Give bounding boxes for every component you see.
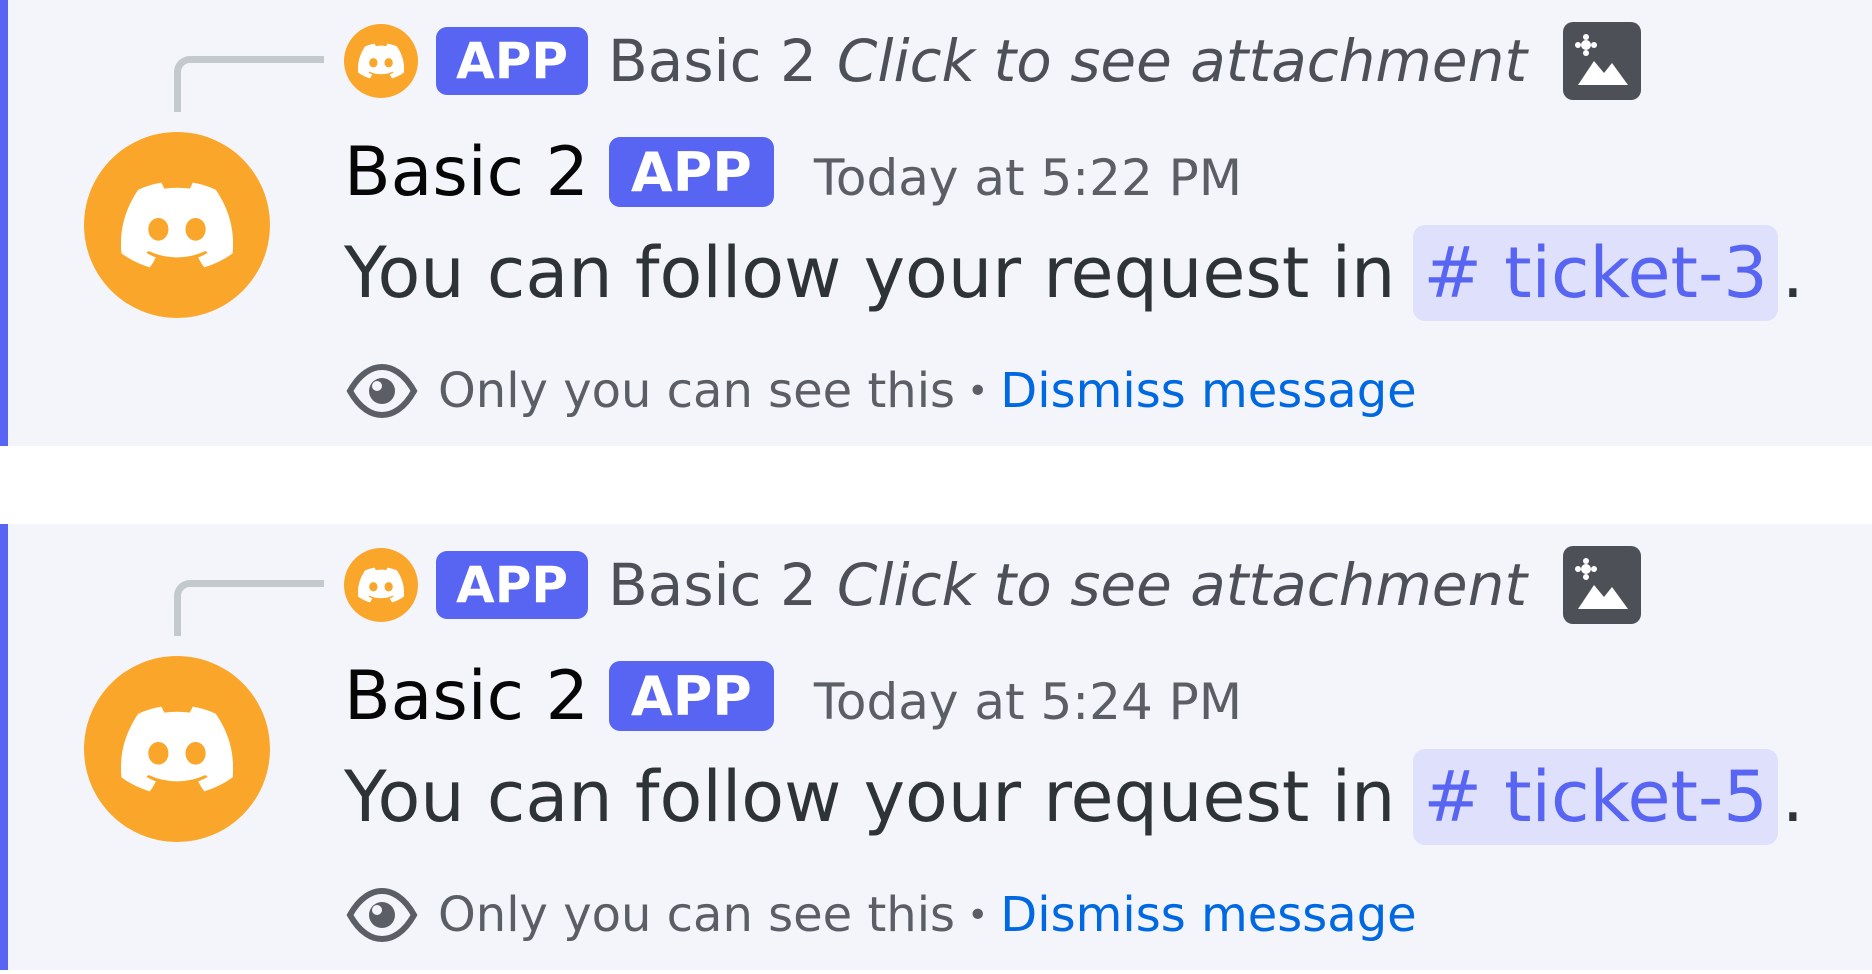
author-avatar-discord-logo-icon[interactable] (84, 656, 270, 842)
message-text: You can follow your request in (344, 756, 1396, 838)
separator-dot: • (967, 370, 989, 412)
reply-preview[interactable]: APP Basic 2 Click to see attachment (344, 540, 1642, 630)
dismiss-message-link[interactable]: Dismiss message (1000, 887, 1416, 943)
message-text: You can follow your request in (344, 232, 1396, 314)
reply-author-name[interactable]: Basic 2 (608, 551, 817, 619)
ephemeral-message: APP Basic 2 Click to see attachment Basi… (0, 0, 1872, 446)
eye-icon (346, 363, 418, 419)
reply-author-name[interactable]: Basic 2 (608, 27, 817, 95)
reply-app-badge: APP (436, 551, 588, 619)
channel-hash-icon: # (1423, 232, 1483, 314)
app-badge: APP (608, 661, 774, 731)
reply-attachment-text[interactable]: Click to see attachment (837, 551, 1527, 619)
message-header: Basic 2 APP Today at 5:22 PM (344, 132, 1242, 212)
reply-avatar-discord-logo-icon[interactable] (344, 24, 418, 98)
message-period: . (1781, 232, 1805, 314)
image-icon[interactable] (1563, 22, 1642, 100)
reply-spine (174, 56, 324, 112)
message-header: Basic 2 APP Today at 5:24 PM (344, 656, 1242, 736)
separator-dot: • (967, 894, 989, 936)
reply-attachment-text[interactable]: Click to see attachment (837, 27, 1527, 95)
ephemeral-footer: Only you can see this • Dismiss message (346, 358, 1417, 424)
channel-name: ticket-3 (1504, 232, 1768, 314)
ephemeral-notice: Only you can see this (438, 363, 956, 419)
channel-mention[interactable]: # ticket-3 (1413, 225, 1778, 321)
author-name[interactable]: Basic 2 (344, 657, 589, 736)
image-icon[interactable] (1563, 546, 1642, 624)
eye-icon (346, 887, 418, 943)
reply-app-badge: APP (436, 27, 588, 95)
message-content: You can follow your request in # ticket-… (344, 746, 1804, 848)
author-name[interactable]: Basic 2 (344, 133, 589, 212)
timestamp[interactable]: Today at 5:22 PM (814, 137, 1242, 207)
ephemeral-message: APP Basic 2 Click to see attachment Basi… (0, 524, 1872, 970)
message-period: . (1781, 756, 1805, 838)
app-badge: APP (608, 137, 774, 207)
dismiss-message-link[interactable]: Dismiss message (1000, 363, 1416, 419)
author-avatar-discord-logo-icon[interactable] (84, 132, 270, 318)
timestamp[interactable]: Today at 5:24 PM (814, 661, 1242, 731)
channel-name: ticket-5 (1504, 756, 1768, 838)
ephemeral-notice: Only you can see this (438, 887, 956, 943)
reply-avatar-discord-logo-icon[interactable] (344, 548, 418, 622)
reply-preview[interactable]: APP Basic 2 Click to see attachment (344, 16, 1642, 106)
reply-spine (174, 580, 324, 636)
message-content: You can follow your request in # ticket-… (344, 222, 1804, 324)
channel-hash-icon: # (1423, 756, 1483, 838)
ephemeral-footer: Only you can see this • Dismiss message (346, 882, 1417, 948)
channel-mention[interactable]: # ticket-5 (1413, 749, 1778, 845)
